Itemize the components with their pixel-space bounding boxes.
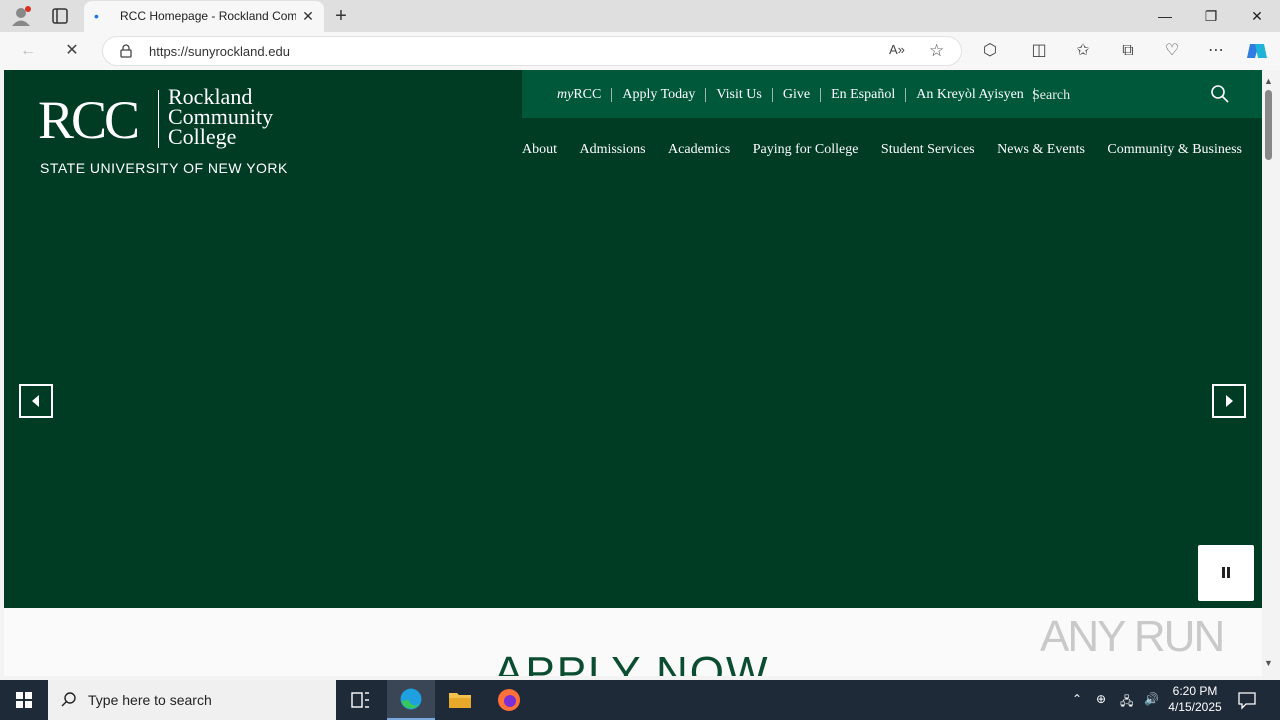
site-search-input[interactable] [1032, 84, 1212, 108]
utility-links: myRCC Apply Today Visit Us Give En Españ… [552, 86, 1035, 104]
nav-news-events[interactable]: News & Events [997, 142, 1085, 162]
tab-title: RCC Homepage - Rockland Com [120, 9, 296, 23]
nav-admissions[interactable]: Admissions [579, 142, 645, 162]
carousel-next-button[interactable] [1212, 384, 1246, 418]
browser-essentials-icon[interactable]: ♡ [1160, 40, 1184, 62]
scrollbar-thumb[interactable] [1265, 90, 1272, 160]
edge-browser-icon[interactable] [387, 680, 435, 720]
logo-divider [158, 90, 159, 148]
nav-about[interactable]: About [522, 142, 557, 162]
apply-now-heading: APPLY NOW [494, 648, 770, 676]
triangle-left-icon [32, 395, 39, 407]
utility-link-give[interactable]: Give [773, 88, 822, 102]
nav-academics[interactable]: Academics [668, 142, 730, 162]
nav-paying-for-college[interactable]: Paying for College [753, 142, 859, 162]
taskbar-search[interactable]: Type here to search [48, 680, 336, 720]
hero-banner: RCC Rockland Community College STATE UNI… [4, 70, 1262, 608]
taskbar-clock[interactable]: 6:20 PM 4/15/2025 [1160, 683, 1230, 715]
nav-student-services[interactable]: Student Services [881, 142, 975, 162]
close-window-icon[interactable]: ✕ [1242, 4, 1272, 28]
close-tab-icon[interactable]: ✕ [300, 8, 316, 24]
minimize-icon[interactable]: — [1150, 4, 1180, 28]
loading-favicon-icon: • [94, 8, 99, 24]
tray-app-icon[interactable]: ⊕ [1096, 692, 1106, 706]
windows-start-icon[interactable] [0, 680, 48, 720]
nav-community-business[interactable]: Community & Business [1107, 142, 1242, 162]
back-icon[interactable]: ← [16, 40, 40, 62]
url-text[interactable]: https://sunyrockland.edu [149, 44, 290, 59]
collections-icon[interactable]: ⧉ [1116, 40, 1140, 62]
stop-loading-icon[interactable]: ✕ [60, 40, 84, 62]
add-favorite-icon[interactable]: ☆ [929, 41, 949, 61]
taskbar-search-icon [61, 692, 76, 707]
split-screen-icon[interactable]: ◫ [1027, 40, 1051, 62]
clock-date: 4/15/2025 [1168, 700, 1222, 714]
rcc-logo[interactable]: RCC Rockland Community College STATE UNI… [38, 86, 288, 178]
scroll-up-icon[interactable]: ▲ [1264, 76, 1273, 86]
active-tab[interactable]: • RCC Homepage - Rockland Com ✕ [84, 1, 324, 32]
profile-icon[interactable] [10, 5, 32, 27]
utility-bar: myRCC Apply Today Visit Us Give En Españ… [522, 70, 1262, 118]
browser-toolbar: ← ✕ https://sunyrockland.edu A» ☆ ⬡ ◫ ✩ … [0, 32, 1280, 70]
carousel-prev-button[interactable] [19, 384, 53, 418]
windows-taskbar: Type here to search ⌃ ⊕ 🖧 🔊 6:20 PM 4/15… [0, 680, 1280, 720]
utility-link-visit-us[interactable]: Visit Us [706, 88, 773, 102]
carousel-pause-button[interactable] [1198, 545, 1254, 601]
address-bar[interactable]: https://sunyrockland.edu A» ☆ [102, 36, 962, 66]
copilot-icon[interactable] [1245, 40, 1269, 62]
tab-actions-icon[interactable] [50, 6, 70, 26]
volume-icon[interactable]: 🔊 [1144, 692, 1159, 706]
task-view-icon[interactable] [336, 680, 384, 720]
utility-link-kreyol[interactable]: An Kreyòl Ayisyen [906, 88, 1035, 102]
page-scrollbar[interactable]: ▲ ▼ [1262, 70, 1276, 676]
network-icon[interactable]: 🖧 [1120, 692, 1133, 713]
anyrun-watermark: ANY RUN [1040, 612, 1225, 661]
utility-link-myrcc[interactable]: myRCC [552, 88, 613, 102]
firefox-icon[interactable] [485, 680, 533, 720]
logo-tagline: STATE UNIVERSITY OF NEW YORK [40, 160, 288, 176]
logo-mark: RCC [38, 90, 140, 150]
restore-icon[interactable]: ❐ [1196, 4, 1226, 28]
utility-link-apply-today[interactable]: Apply Today [612, 88, 707, 102]
settings-more-icon[interactable]: ⋯ [1204, 40, 1228, 62]
taskbar-search-placeholder: Type here to search [88, 692, 212, 708]
logo-line-3: College [168, 124, 237, 149]
clock-time: 6:20 PM [1172, 684, 1218, 698]
triangle-right-icon [1226, 395, 1233, 407]
extensions-icon[interactable]: ⬡ [978, 40, 1002, 62]
lock-icon[interactable] [119, 44, 133, 58]
scroll-down-icon[interactable]: ▼ [1264, 658, 1273, 668]
notification-center-icon[interactable] [1236, 690, 1258, 710]
utility-link-espanol[interactable]: En Español [821, 88, 907, 102]
tray-overflow-icon[interactable]: ⌃ [1072, 692, 1082, 706]
page-viewport: RCC Rockland Community College STATE UNI… [4, 70, 1262, 676]
read-aloud-icon[interactable]: A» [889, 42, 909, 60]
new-tab-button[interactable]: + [330, 5, 352, 27]
file-explorer-icon[interactable] [436, 680, 484, 720]
favorites-icon[interactable]: ✩ [1071, 40, 1095, 62]
search-icon[interactable] [1210, 84, 1230, 104]
browser-tab-bar: • RCC Homepage - Rockland Com ✕ + — ❐ ✕ [0, 0, 1280, 32]
main-navigation: About Admissions Academics Paying for Co… [522, 142, 1242, 162]
